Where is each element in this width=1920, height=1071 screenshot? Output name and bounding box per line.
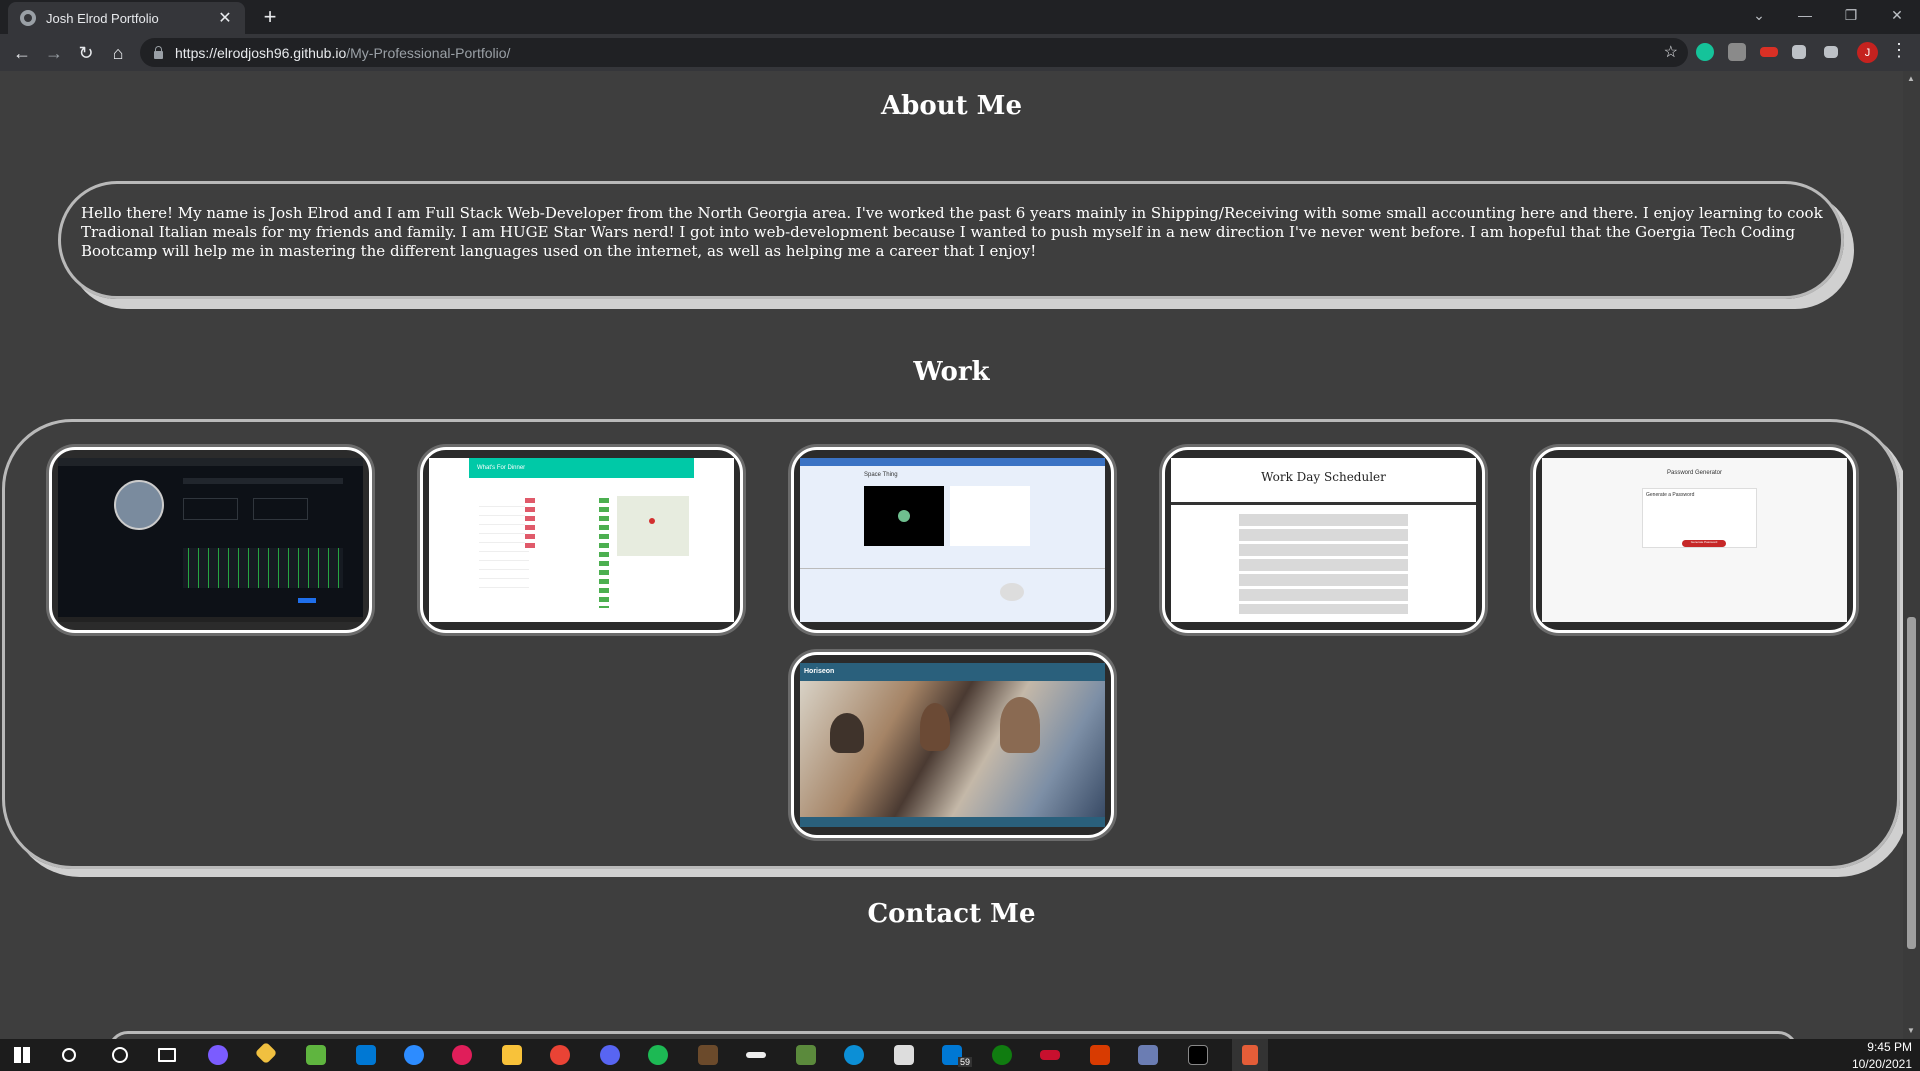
discord-icon[interactable]: [600, 1045, 620, 1065]
taskbar-date[interactable]: 10/20/2021: [1852, 1057, 1912, 1071]
minimize-icon[interactable]: —: [1782, 0, 1828, 30]
whats-for-dinner-header: What's For Dinner: [469, 458, 694, 478]
store-icon[interactable]: [894, 1045, 914, 1065]
github-profile-thumbnail: [58, 458, 363, 622]
contact-me-heading: Contact Me: [867, 899, 1036, 929]
about-me-card: Hello there! My name is Josh Elrod and I…: [58, 181, 1844, 299]
puzzle-extensions-icon[interactable]: [1792, 45, 1806, 59]
work-heading: Work: [913, 357, 990, 387]
github-favicon-icon: [20, 10, 36, 26]
work-item-horiseon[interactable]: Horiseon: [791, 652, 1114, 838]
work-gallery: What's For Dinner Space Thing Work Day S…: [2, 419, 1900, 869]
chrome-icon[interactable]: [550, 1045, 570, 1065]
home-icon[interactable]: ⌂: [104, 39, 132, 67]
node-icon[interactable]: [306, 1045, 326, 1065]
office-icon[interactable]: [1090, 1045, 1110, 1065]
taskbar-time[interactable]: 9:45 PM: [1867, 1040, 1912, 1054]
browser-toolbar: ← → ↻ ⌂ https://elrodjosh96.github.io/My…: [0, 34, 1920, 71]
file-explorer-icon[interactable]: [502, 1045, 522, 1065]
recording-extension-icon[interactable]: [1760, 47, 1778, 57]
forward-icon[interactable]: →: [40, 39, 68, 67]
windows-start-icon[interactable]: [14, 1047, 30, 1063]
work-day-scheduler-title: Work Day Scheduler: [1261, 470, 1386, 484]
minecraft-launcher-icon[interactable]: [796, 1045, 816, 1065]
back-icon[interactable]: ←: [8, 39, 36, 67]
space-thing-thumbnail: Space Thing: [800, 458, 1105, 622]
password-generator-thumbnail: Password Generator Generate a Password G…: [1542, 458, 1847, 622]
work-item-github-profile[interactable]: [49, 447, 372, 633]
reading-list-icon[interactable]: [1824, 46, 1838, 58]
calculator-icon[interactable]: [1138, 1045, 1158, 1065]
app-circle-icon[interactable]: [208, 1045, 228, 1065]
contact-card: [108, 1031, 1798, 1039]
vscode-icon[interactable]: [356, 1045, 376, 1065]
whats-for-dinner-thumbnail: What's For Dinner: [429, 458, 734, 622]
page-scrollbar[interactable]: ▲ ▼: [1903, 71, 1920, 1039]
scroll-up-icon[interactable]: ▲: [1907, 74, 1915, 83]
scrollbar-thumb[interactable]: [1907, 617, 1916, 949]
grammarly-extension-icon[interactable]: [1696, 43, 1714, 61]
url-path: /My-Professional-Portfolio/: [346, 44, 511, 61]
tab-search-icon[interactable]: ⌄: [1736, 0, 1782, 30]
work-item-space-thing[interactable]: Space Thing: [791, 447, 1114, 633]
reload-icon[interactable]: ↻: [72, 39, 100, 67]
task-view-icon[interactable]: [158, 1048, 176, 1062]
password-generate-button: Generate Password: [1682, 540, 1726, 547]
about-me-text: Hello there! My name is Josh Elrod and I…: [81, 204, 1823, 260]
terminal-icon[interactable]: [1188, 1045, 1208, 1065]
game-app-icon[interactable]: [1040, 1050, 1060, 1060]
edge-icon[interactable]: [844, 1045, 864, 1065]
horiseon-thumbnail: Horiseon: [800, 663, 1105, 827]
zoom-icon[interactable]: [404, 1045, 424, 1065]
profile-avatar[interactable]: J: [1857, 42, 1878, 63]
close-window-icon[interactable]: ✕: [1874, 0, 1920, 30]
tab-close-icon[interactable]: ✕: [217, 8, 233, 28]
work-item-whats-for-dinner[interactable]: What's For Dinner: [420, 447, 743, 633]
lock-icon: [154, 45, 163, 59]
xbox-icon[interactable]: [992, 1045, 1012, 1065]
restore-icon[interactable]: ❐: [1828, 0, 1874, 30]
url-host: https://elrodjosh96.github.io: [175, 44, 347, 61]
tab-title: Josh Elrod Portfolio: [46, 10, 159, 26]
scroll-down-icon[interactable]: ▼: [1907, 1026, 1915, 1035]
work-day-scheduler-thumbnail: Work Day Scheduler: [1171, 458, 1476, 622]
search-icon[interactable]: [62, 1048, 76, 1062]
cortana-icon[interactable]: [112, 1047, 128, 1063]
active-app-highlight[interactable]: [1232, 1039, 1268, 1071]
address-bar[interactable]: https://elrodjosh96.github.io/My-Profess…: [140, 38, 1688, 67]
app-logo-icon[interactable]: [746, 1052, 766, 1058]
space-thing-title: Space Thing: [864, 472, 898, 478]
new-tab-button[interactable]: +: [258, 4, 282, 30]
password-generator-title: Password Generator: [1666, 470, 1723, 476]
slack-icon[interactable]: [452, 1045, 472, 1065]
work-item-work-day-scheduler[interactable]: Work Day Scheduler: [1162, 447, 1485, 633]
mail-badge: 59: [958, 1057, 973, 1067]
bookmark-star-icon[interactable]: ☆: [1664, 42, 1678, 62]
work-item-password-generator[interactable]: Password Generator Generate a Password G…: [1533, 447, 1856, 633]
password-generator-subtitle: Generate a Password: [1646, 492, 1695, 498]
about-me-heading: About Me: [881, 91, 1022, 121]
spotify-icon[interactable]: [648, 1045, 668, 1065]
tab-portfolio[interactable]: Josh Elrod Portfolio ✕: [8, 2, 245, 34]
browser-tab-bar: Josh Elrod Portfolio ✕ + ⌄ — ❐ ✕: [0, 0, 1920, 34]
git-app-icon[interactable]: [254, 1041, 278, 1065]
horiseon-header: Horiseon: [800, 663, 1105, 681]
portfolio-page: About Me Hello there! My name is Josh El…: [0, 71, 1903, 1039]
windows-taskbar: 59 9:45 PM 10/20/2021: [0, 1039, 1920, 1071]
minecraft-icon[interactable]: [698, 1045, 718, 1065]
browser-menu-icon[interactable]: ⋮: [1890, 40, 1908, 61]
extension-icon[interactable]: [1728, 43, 1746, 61]
